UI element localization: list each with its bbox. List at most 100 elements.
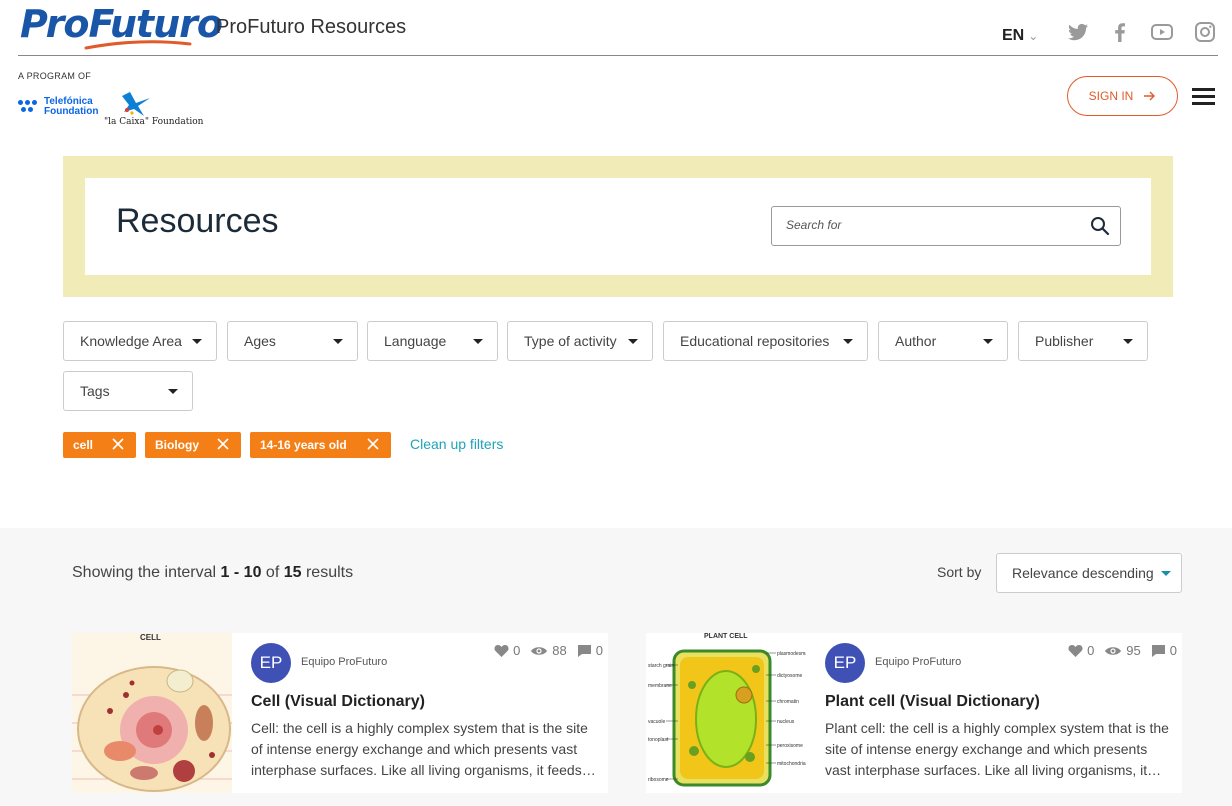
svg-text:peroxisome: peroxisome: [777, 743, 803, 749]
filter-label: Language: [384, 333, 447, 349]
telefonica-dots-icon: [18, 98, 38, 116]
header-divider: [18, 55, 1218, 56]
la-caixa-foundation-text: "la Caixa" Foundation: [104, 117, 204, 127]
language-selector[interactable]: EN ⌄: [1002, 27, 1038, 45]
view-count: 88: [552, 643, 567, 658]
plant-cell-illustration: plasmodesma dictyosome chromatin nucleus p…: [646, 633, 806, 793]
svg-text:starch grain: starch grain: [648, 663, 674, 669]
filter-language[interactable]: Language: [367, 321, 498, 361]
eye-icon: [1105, 646, 1122, 655]
chip-label: Biology: [155, 438, 199, 452]
caret-down-icon: [843, 339, 853, 344]
view-count: 95: [1126, 643, 1141, 658]
close-icon[interactable]: [217, 438, 229, 450]
sort-select[interactable]: Relevance descending: [996, 553, 1182, 593]
svg-text:chromatin: chromatin: [777, 699, 799, 705]
sign-in-button[interactable]: SIGN IN: [1067, 76, 1178, 116]
results-range: 1 - 10: [220, 564, 262, 581]
svg-text:nucleus: nucleus: [777, 719, 795, 725]
svg-text:dictyosome: dictyosome: [777, 673, 803, 679]
filter-educational-repositories[interactable]: Educational repositories: [663, 321, 868, 361]
svg-text:membrane: membrane: [648, 683, 672, 689]
clean-up-filters-link[interactable]: Clean up filters: [410, 436, 503, 452]
search-input[interactable]: [786, 218, 1066, 232]
card-description: Cell: the cell is a highly complex syste…: [251, 720, 596, 778]
active-filter-chip: Biology: [145, 432, 241, 458]
chevron-down-icon: ⌄: [1028, 29, 1039, 43]
card-stats: 0 95 0: [1068, 643, 1177, 658]
filter-label: Ages: [244, 333, 276, 349]
svg-text:tonoplast: tonoplast: [648, 737, 669, 743]
avatar: EP: [251, 643, 291, 683]
filter-publisher[interactable]: Publisher: [1018, 321, 1148, 361]
comment-icon[interactable]: [1151, 644, 1166, 658]
svg-text:ribosome: ribosome: [648, 777, 669, 783]
resource-thumbnail[interactable]: plasmodesma dictyosome chromatin nucleus p…: [646, 633, 806, 793]
like-count: 0: [513, 643, 521, 658]
heart-icon[interactable]: [1068, 644, 1083, 658]
chip-label: cell: [73, 438, 94, 452]
sign-in-label: SIGN IN: [1088, 89, 1134, 103]
logo-swoosh: [84, 40, 192, 50]
filter-label: Knowledge Area: [80, 333, 182, 349]
resource-card[interactable]: CELL EP Equipo ProFuturo 0 88 0 Cell (Vi…: [72, 633, 608, 793]
caret-down-icon: [1161, 571, 1171, 576]
filter-knowledge-area[interactable]: Knowledge Area: [63, 321, 217, 361]
like-count: 0: [1087, 643, 1095, 658]
youtube-icon[interactable]: [1150, 20, 1174, 44]
caret-down-icon: [983, 339, 993, 344]
telefonica-line2: Foundation: [44, 106, 99, 117]
filter-tags[interactable]: Tags: [63, 371, 193, 411]
program-of-label: A PROGRAM OF: [18, 71, 92, 81]
caret-down-icon: [333, 339, 343, 344]
svg-text:plasmodesma: plasmodesma: [777, 651, 806, 657]
avatar: EP: [825, 643, 865, 683]
instagram-icon[interactable]: [1193, 20, 1217, 44]
comment-icon[interactable]: [577, 644, 592, 658]
results-section: Showing the interval 1 - 10 of 15 result…: [0, 528, 1232, 806]
resources-hero: Resources: [63, 156, 1173, 297]
search-box[interactable]: [771, 206, 1121, 246]
la-caixa-star-icon[interactable]: [102, 90, 162, 118]
card-body: EP Equipo ProFuturo 0 95 0 Plant cell (V…: [806, 633, 1182, 793]
filter-label: Author: [895, 333, 937, 349]
filter-ages[interactable]: Ages: [227, 321, 358, 361]
language-code: EN: [1002, 27, 1025, 44]
eye-icon: [531, 646, 548, 655]
site-title: ProFuturo Resources: [216, 16, 407, 38]
close-icon[interactable]: [112, 438, 124, 450]
telefonica-foundation-logo[interactable]: Telefónica Foundation: [18, 97, 98, 117]
chip-label: 14-16 years old: [260, 438, 347, 452]
caret-down-icon: [473, 339, 483, 344]
comment-count: 0: [595, 643, 603, 658]
filter-label: Tags: [80, 383, 110, 399]
filter-type-of-activity[interactable]: Type of activity: [507, 321, 653, 361]
svg-text:mitochondria: mitochondria: [777, 761, 806, 767]
card-author: Equipo ProFuturo: [301, 656, 388, 668]
filter-label: Publisher: [1035, 333, 1094, 349]
resource-thumbnail[interactable]: CELL: [72, 633, 232, 793]
resource-card[interactable]: plasmodesma dictyosome chromatin nucleus p…: [646, 633, 1182, 793]
caret-down-icon: [628, 339, 638, 344]
results-summary: Showing the interval 1 - 10 of 15 result…: [72, 564, 354, 581]
hamburger-menu-icon[interactable]: [1192, 88, 1215, 105]
thumbnail-caption: CELL: [140, 633, 161, 642]
results-total: 15: [283, 564, 302, 581]
active-filter-chip: 14-16 years old: [250, 432, 391, 458]
filter-author[interactable]: Author: [878, 321, 1008, 361]
animal-cell-illustration: [72, 633, 232, 793]
heart-icon[interactable]: [494, 644, 509, 658]
caret-down-icon: [168, 389, 178, 394]
card-description: Plant cell: the cell is a highly complex…: [825, 720, 1169, 778]
card-title[interactable]: Plant cell (Visual Dictionary): [825, 693, 1040, 711]
site-header: ProFuturo ProFuturo Resources EN ⌄ A PRO…: [0, 0, 1232, 140]
svg-text:vacuole: vacuole: [648, 719, 665, 725]
card-body: EP Equipo ProFuturo 0 88 0 Cell (Visual …: [232, 633, 608, 793]
card-title[interactable]: Cell (Visual Dictionary): [251, 693, 425, 711]
facebook-icon[interactable]: [1108, 20, 1132, 44]
search-icon[interactable]: [1090, 216, 1110, 236]
card-stats: 0 88 0: [494, 643, 603, 658]
twitter-icon[interactable]: [1066, 20, 1090, 44]
close-icon[interactable]: [367, 438, 379, 450]
filter-label: Educational repositories: [680, 333, 830, 349]
